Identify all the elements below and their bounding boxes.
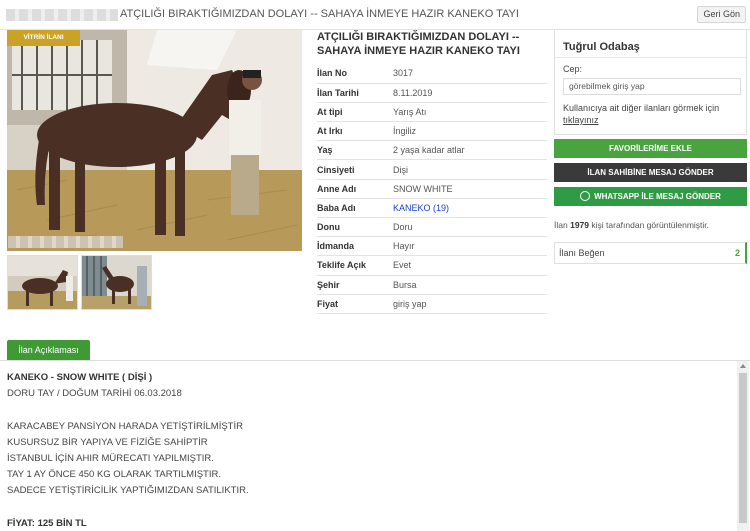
detail-row: Donu Doru [317,217,547,238]
detail-row: İdmanda Hayır [317,236,547,257]
detail-key: Cinsiyeti [317,159,393,180]
page-title: ATÇILIĞI BIRAKTIĞIMIZDAN DOLAYI -- SAHAY… [120,8,519,20]
detail-row: Baba Adı KANEKO (19) [317,198,547,219]
detail-key: Anne Adı [317,179,393,199]
description-price: FİYAT: 125 BİN TL [7,518,87,529]
detail-value: Hayır [393,236,547,257]
detail-key: Fiyat [317,294,393,314]
detail-value: İngiliz [393,121,547,142]
divider [555,57,746,58]
details-table: İlan No 3017 İlan Tarihi 8.11.2019 At tipi… [317,64,547,314]
detail-key: Donu [317,217,393,238]
thumbnail-2[interactable] [81,255,152,310]
description-line: SADECE YETİŞTİRİCİLİK YAPTIĞIMIZDAN SATI… [7,485,249,496]
views-suffix: kişi tarafından görüntülenmiştir. [591,220,710,230]
view-count-text: İlan 1979 kişi tarafından görüntülenmişt… [554,220,709,230]
views-prefix: İlan [554,220,568,230]
other-ads-label: Kullanıcıya ait diğer ilanları görmek iç… [563,103,720,113]
whatsapp-icon [580,191,591,201]
detail-row: Yaş 2 yaşa kadar atlar [317,140,547,161]
detail-key: Teklife Açık [317,255,393,276]
description-heading: KANEKO - SNOW WHITE ( DİŞİ ) [7,372,153,383]
description-line: DORU TAY / DOĞUM TARİHİ 06.03.2018 [7,388,182,399]
whatsapp-label: WHATSAPP İLE MESAJ GÖNDER [594,192,721,201]
whatsapp-button[interactable]: WHATSAPP İLE MESAJ GÖNDER [554,187,747,206]
add-favorite-button[interactable]: FAVORİLERİME EKLE [554,139,747,158]
other-ads-text: Kullanıcıya ait diğer ilanları görmek iç… [563,102,743,126]
detail-row: Fiyat giriş yap [317,294,547,314]
scroll-up-arrow-icon[interactable] [740,364,746,368]
detail-value: Yarış Atı [393,102,547,123]
price-value[interactable]: giriş yap [393,294,547,314]
detail-key: At Irkı [317,121,393,142]
phone-label: Cep: [563,64,583,74]
sire-link[interactable]: KANEKO (19) [393,198,547,219]
detail-value: SNOW WHITE [393,179,547,199]
detail-row: Şehir Bursa [317,275,547,295]
detail-key: İlan No [317,64,393,84]
detail-row: İlan No 3017 [317,64,547,84]
detail-key: İdmanda [317,236,393,257]
message-seller-button[interactable]: İLAN SAHİBİNE MESAJ GÖNDER [554,163,747,182]
description-line: KARACABEY PANSİYON HARADA YETİŞTİRİLMİŞT… [7,421,243,432]
detail-row: At Irkı İngiliz [317,121,547,142]
detail-value: 2 yaşa kadar atlar [393,140,547,161]
like-label: İlanı Beğen [559,248,605,258]
blurred-watermark [8,236,123,248]
other-ads-link[interactable]: tıklayınız [563,115,599,125]
detail-value: Doru [393,217,547,238]
detail-value: 3017 [393,64,547,84]
detail-value: Dişi [393,159,547,180]
showcase-badge: VİTRİN İLANI [7,30,80,46]
detail-key: Yaş [317,140,393,161]
detail-key: İlan Tarihi [317,83,393,103]
description-line: İSTANBUL İÇİN AHIR MÜRECATI YAPILMIŞTIR. [7,453,214,464]
detail-row: At tipi Yarış Atı [317,102,547,123]
main-photo[interactable] [7,30,302,251]
detail-value: Evet [393,255,547,276]
thumbnail-1[interactable] [7,255,78,310]
description-scrollbar[interactable] [737,361,749,531]
detail-key: At tipi [317,102,393,123]
detail-key: Baba Adı [317,198,393,219]
listing-title: ATÇILIĞI BIRAKTIĞIMIZDAN DOLAYI -- SAHAY… [317,31,520,57]
scroll-thumb[interactable] [739,373,747,523]
seller-panel: Tuğrul Odabaş Cep: görebilmek giriş yap … [554,29,747,135]
detail-key: Şehir [317,275,393,295]
seller-name: Tuğrul Odabaş [563,41,640,53]
like-button[interactable]: İlanı Beğen 2 [554,242,747,264]
tab-description[interactable]: İlan Açıklaması [7,340,90,360]
blurred-site-name [6,9,118,21]
description-line: KUSURSUZ BİR YAPIYA VE FİZİĞE SAHİPTİR [7,437,208,448]
like-count: 2 [734,248,740,258]
detail-row: İlan Tarihi 8.11.2019 [317,83,547,103]
title-bar: ATÇILIĞI BIRAKTIĞIMIZDAN DOLAYI -- SAHAY… [0,0,750,30]
detail-value: 8.11.2019 [393,83,547,103]
divider [0,360,750,361]
detail-row: Cinsiyeti Dişi [317,159,547,180]
detail-row: Anne Adı SNOW WHITE [317,179,547,199]
description-line: TAY 1 AY ÖNCE 450 KG OLARAK TARTILMIŞTIR… [7,469,222,480]
detail-value: Bursa [393,275,547,295]
phone-field[interactable]: görebilmek giriş yap [563,78,741,95]
description-body: KANEKO - SNOW WHITE ( DİŞİ ) DORU TAY / … [7,370,727,531]
detail-row: Teklife Açık Evet [317,255,547,276]
views-count: 1979 [570,220,590,230]
back-button[interactable]: Geri Gön [697,6,746,23]
